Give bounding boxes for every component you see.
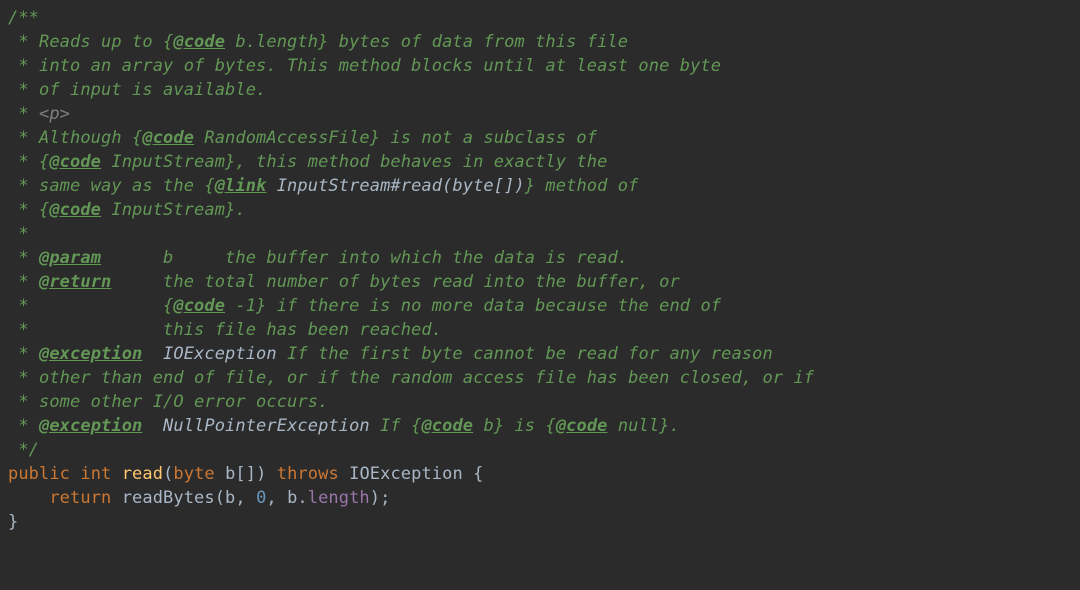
javadoc-tag-link: @link [215, 176, 267, 196]
keyword-return: return [49, 488, 111, 508]
doc-line: b the buffer into which the data is read… [101, 248, 628, 268]
javadoc-tag-code: @code [173, 296, 225, 316]
exception-type: NullPointerException [142, 416, 369, 436]
doc-line: * [8, 344, 39, 364]
javadoc-tag-return: @return [39, 272, 111, 292]
keyword-int: int [80, 464, 111, 484]
code-text: , [266, 488, 287, 508]
doc-line: } method of [525, 176, 639, 196]
doc-line: * { [8, 200, 49, 220]
code-text: IOException [339, 464, 473, 484]
javadoc-tag-code: @code [173, 32, 225, 52]
doc-line: If the first byte cannot be read for any… [277, 344, 773, 364]
doc-line: * into an array of bytes. This method bl… [8, 56, 721, 76]
code-editor[interactable]: /** * Reads up to {@code b.length} bytes… [0, 0, 1080, 542]
javadoc-tag-code: @code [49, 200, 101, 220]
doc-line: the total number of bytes read into the … [111, 272, 679, 292]
doc-line: InputStream}, this method behaves in exa… [101, 152, 607, 172]
code-text [8, 488, 49, 508]
keyword-public: public [8, 464, 70, 484]
javadoc-close: */ [8, 440, 39, 460]
code-text: ) [256, 464, 277, 484]
doc-line: null}. [608, 416, 680, 436]
javadoc-tag-code: @code [556, 416, 608, 436]
javadoc-tag-exception: @exception [39, 416, 142, 436]
doc-line: * Although { [8, 128, 142, 148]
code-text: readBytes(b [111, 488, 235, 508]
doc-line: * [8, 104, 39, 124]
doc-line: * some other I/O error occurs. [8, 392, 328, 412]
code-text [111, 464, 121, 484]
javadoc-tag-param: @param [39, 248, 101, 268]
javadoc-tag-code: @code [421, 416, 473, 436]
doc-line: b} is { [473, 416, 556, 436]
code-text: { [473, 464, 483, 484]
javadoc-open: /** [8, 8, 39, 28]
doc-line: * [8, 416, 39, 436]
doc-html-p: <p> [39, 104, 70, 124]
code-text: ( [163, 464, 173, 484]
doc-line: * Reads up to { [8, 32, 173, 52]
code-text: b. [287, 488, 308, 508]
code-text: [] [235, 464, 256, 484]
code-text: , [235, 488, 256, 508]
doc-line: * { [8, 296, 173, 316]
doc-line: * this file has been reached. [8, 320, 442, 340]
doc-line: * other than end of file, or if the rand… [8, 368, 814, 388]
doc-line: * [8, 248, 39, 268]
code-text: b [215, 464, 236, 484]
javadoc-tag-code: @code [142, 128, 194, 148]
keyword-byte: byte [173, 464, 214, 484]
code-text [70, 464, 80, 484]
method-name-read: read [122, 464, 163, 484]
code-text: } [8, 512, 18, 532]
doc-line: b.length} bytes of data from this file [225, 32, 628, 52]
field-length: length [308, 488, 370, 508]
doc-line: * of input is available. [8, 80, 266, 100]
javadoc-tag-code: @code [49, 152, 101, 172]
doc-line: * same way as the { [8, 176, 215, 196]
doc-line: * { [8, 152, 49, 172]
doc-line: -1} if there is no more data because the… [225, 296, 721, 316]
doc-line: * [8, 224, 29, 244]
exception-type: IOException [142, 344, 276, 364]
doc-line: InputStream}. [101, 200, 246, 220]
doc-line: * [8, 272, 39, 292]
number-literal: 0 [256, 488, 266, 508]
javadoc-link-target: InputStream#read(byte[]) [266, 176, 524, 196]
javadoc-tag-exception: @exception [39, 344, 142, 364]
keyword-throws: throws [277, 464, 339, 484]
doc-line: RandomAccessFile} is not a subclass of [194, 128, 597, 148]
code-text: ); [370, 488, 391, 508]
doc-line: If { [370, 416, 422, 436]
